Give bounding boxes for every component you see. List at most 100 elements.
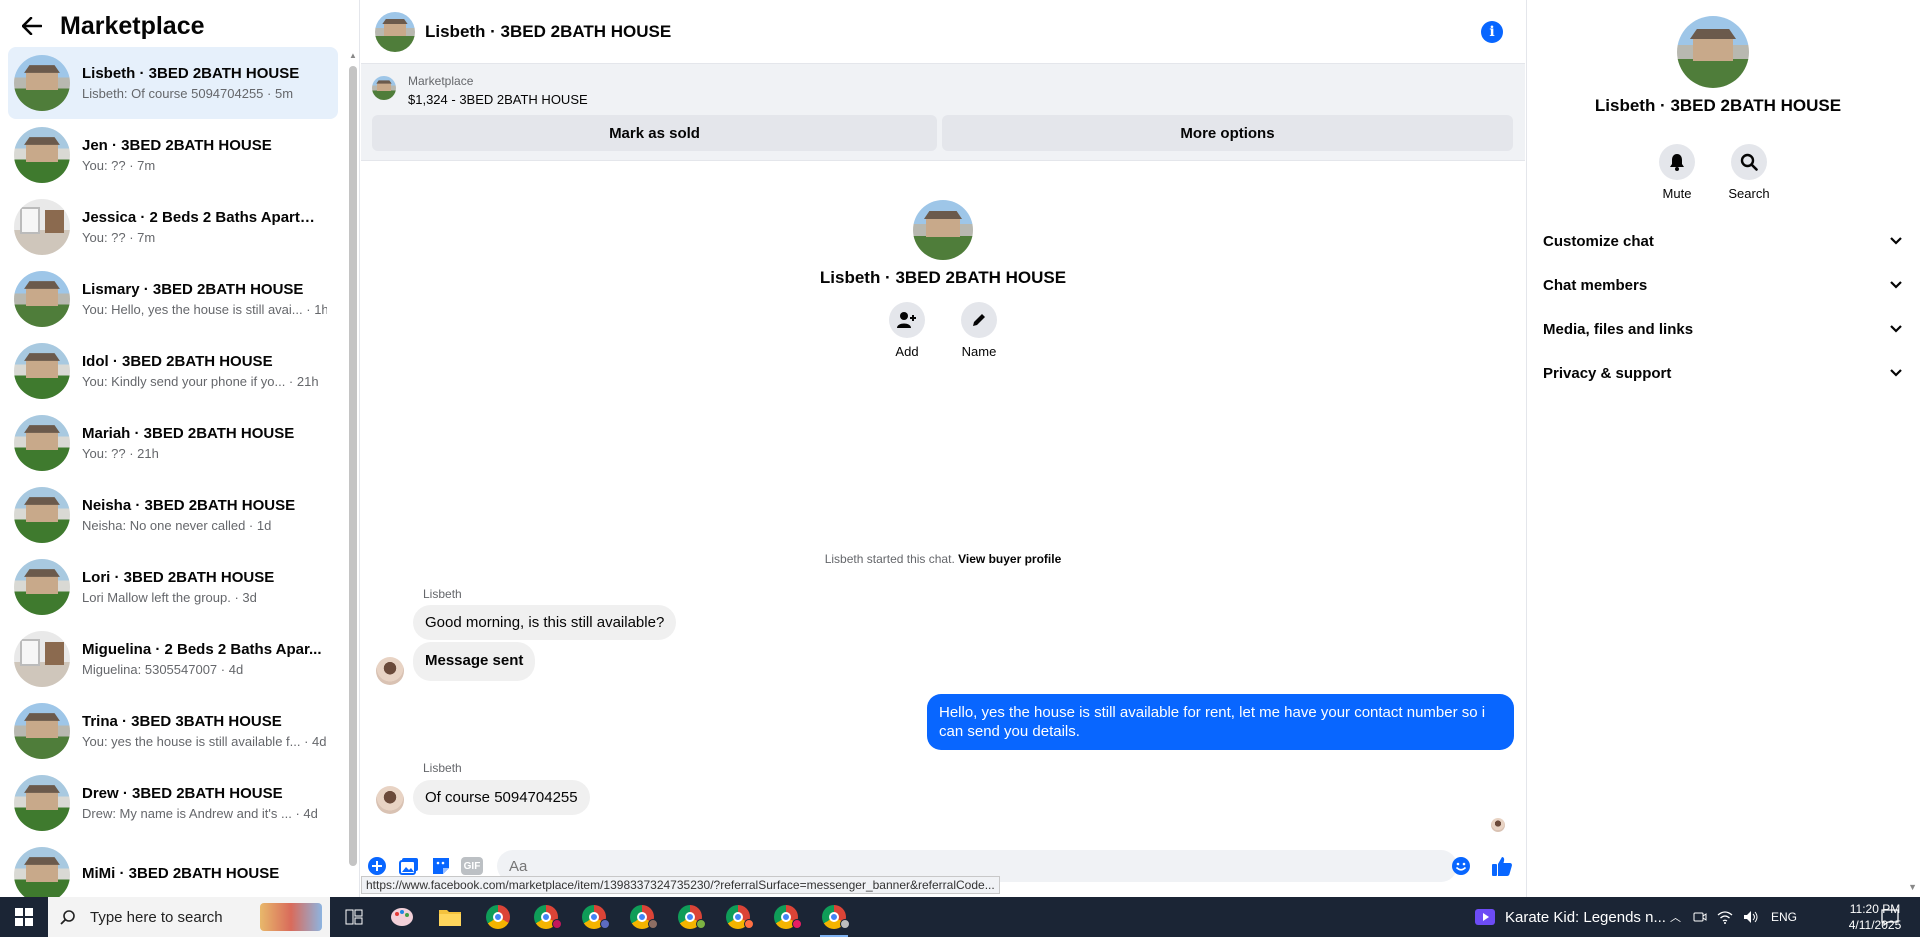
conversation-name: Lisbeth · 3BED 2BATH HOUSE	[82, 65, 300, 82]
gif-icon[interactable]: GIF	[461, 857, 483, 875]
message-bubble[interactable]: Of course 5094704255	[413, 780, 590, 815]
chrome-icon[interactable]	[474, 897, 522, 937]
conversation-item[interactable]: Lisbeth · 3BED 2BATH HOUSE Lisbeth: Of co…	[8, 47, 338, 119]
conversation-item[interactable]: Lori · 3BED 2BATH HOUSE Lori Mallow left …	[8, 551, 338, 623]
sidebar-scrollbar[interactable]: ▲	[349, 52, 357, 882]
media-widget[interactable]: Karate Kid: Legends n...	[1475, 897, 1666, 937]
chevron-up-icon[interactable]: ︿	[1670, 909, 1681, 925]
chrome-profile-icon[interactable]	[618, 897, 666, 937]
conversation-name: Jen · 3BED 2BATH HOUSE	[82, 137, 272, 154]
conversation-item[interactable]: Idol · 3BED 2BATH HOUSE You: Kindly send …	[8, 335, 338, 407]
paint-app-icon[interactable]	[378, 897, 426, 937]
conversation-name: Drew · 3BED 2BATH HOUSE	[82, 785, 283, 802]
profile-avatar	[913, 200, 973, 260]
mute-button[interactable]: Mute	[1657, 144, 1697, 201]
search-highlight-image[interactable]	[260, 903, 322, 931]
name-label: Name	[961, 344, 997, 359]
edit-name-button[interactable]: Name	[960, 302, 998, 359]
meet-now-icon[interactable]	[1693, 910, 1707, 924]
marketplace-banner: Marketplace $1,324 - 3BED 2BATH HOUSE Ma…	[361, 64, 1525, 161]
details-section[interactable]: Customize chat	[1543, 223, 1903, 259]
listing-title[interactable]: $1,324 - 3BED 2BATH HOUSE	[408, 92, 588, 107]
conversation-item[interactable]: Miguelina · 2 Beds 2 Baths Apar... Miguel…	[8, 623, 338, 695]
sender-avatar[interactable]	[376, 786, 404, 814]
view-buyer-profile-link[interactable]: View buyer profile	[958, 552, 1061, 566]
plus-icon[interactable]	[367, 856, 387, 876]
conversation-preview: Drew: My name is Andrew and it's ... · 4…	[82, 806, 318, 821]
seen-avatar	[1491, 818, 1505, 832]
search-in-chat-button[interactable]: Search	[1728, 144, 1770, 201]
sticker-icon[interactable]	[431, 856, 451, 876]
conversation-thumbnail	[14, 271, 70, 327]
mark-as-sold-button[interactable]: Mark as sold	[372, 115, 937, 151]
chevron-down-icon	[1890, 325, 1902, 333]
status-bar-url: https://www.facebook.com/marketplace/ite…	[361, 876, 1000, 894]
sender-avatar[interactable]	[376, 657, 404, 685]
task-view-icon[interactable]	[330, 897, 378, 937]
conversation-item[interactable]: Drew · 3BED 2BATH HOUSE Drew: My name is …	[8, 767, 338, 839]
chrome-profile-icon[interactable]	[522, 897, 570, 937]
conversation-name: Lori · 3BED 2BATH HOUSE	[82, 569, 275, 586]
photo-icon[interactable]	[399, 856, 419, 876]
chevron-down-icon	[1890, 369, 1902, 377]
scroll-up-icon[interactable]: ▲	[349, 52, 357, 60]
details-section[interactable]: Media, files and links	[1543, 311, 1903, 347]
conversation-thumbnail	[14, 343, 70, 399]
chat-title[interactable]: Lisbeth · 3BED 2BATH HOUSE	[425, 22, 671, 42]
details-section[interactable]: Chat members	[1543, 267, 1903, 303]
taskbar-search[interactable]: Type here to search	[48, 897, 330, 937]
profile-name: Lisbeth · 3BED 2BATH HOUSE	[819, 268, 1067, 287]
conversation-name: Mariah · 3BED 2BATH HOUSE	[82, 425, 295, 442]
listing-thumbnail[interactable]	[372, 76, 396, 100]
my-message-bubble[interactable]: Hello, yes the house is still available …	[927, 694, 1514, 750]
message-bubble[interactable]: Message sent	[413, 642, 536, 681]
chat-avatar[interactable]	[375, 11, 415, 52]
section-label: Customize chat	[1543, 232, 1654, 250]
chrome-profile-icon[interactable]	[666, 897, 714, 937]
search-label: Search	[1728, 186, 1770, 201]
conversation-item[interactable]: Trina · 3BED 3BATH HOUSE You: yes the hou…	[8, 695, 338, 767]
volume-icon[interactable]	[1743, 910, 1759, 924]
conversation-item[interactable]: Mariah · 3BED 2BATH HOUSE You: ?? · 21h	[8, 407, 338, 479]
conversation-preview: You: Kindly send your phone if yo... · 2…	[82, 374, 319, 389]
banner-label: Marketplace	[408, 74, 474, 88]
emoji-icon[interactable]	[1451, 856, 1471, 876]
messenger-app: Marketplace Lisbeth · 3BED 2BATH HOUSE Li…	[0, 0, 1920, 897]
notification-icon[interactable]	[1880, 907, 1900, 927]
scroll-thumb[interactable]	[349, 66, 357, 866]
section-label: Chat members	[1543, 276, 1648, 294]
info-icon[interactable]: i	[1481, 21, 1503, 43]
conversation-item[interactable]: Neisha · 3BED 2BATH HOUSE Neisha: No one …	[8, 479, 338, 551]
conversation-name: Trina · 3BED 3BATH HOUSE	[82, 713, 282, 730]
more-options-button[interactable]: More options	[942, 115, 1513, 151]
back-arrow-icon[interactable]	[20, 14, 44, 38]
conversation-thumbnail	[14, 487, 70, 543]
chrome-profile-icon[interactable]	[810, 897, 858, 937]
started-text: Lisbeth started this chat.	[824, 552, 955, 566]
conversation-item[interactable]: Jessica · 2 Beds 2 Baths Apartme... You: …	[8, 191, 338, 263]
mute-label: Mute	[1662, 186, 1692, 201]
message-bubble[interactable]: Good morning, is this still available?	[413, 605, 677, 640]
add-member-button[interactable]: Add	[888, 302, 926, 359]
media-title: Karate Kid: Legends n...	[1505, 908, 1666, 926]
chrome-profile-icon[interactable]	[714, 897, 762, 937]
chat-details-panel: Lisbeth · 3BED 2BATH HOUSE Mute Search C…	[1526, 0, 1920, 897]
conversation-preview: You: ?? · 21h	[82, 446, 159, 461]
conversation-item[interactable]: Lismary · 3BED 2BATH HOUSE You: Hello, ye…	[8, 263, 338, 335]
file-explorer-icon[interactable]	[426, 897, 474, 937]
windows-start-button[interactable]	[0, 897, 48, 937]
details-section[interactable]: Privacy & support	[1543, 355, 1903, 391]
conversation-item[interactable]: MiMi · 3BED 2BATH HOUSE	[8, 839, 338, 897]
chevron-down-icon	[1890, 237, 1902, 245]
conversation-preview: Lisbeth: Of course 5094704255 · 5m	[82, 86, 294, 101]
chrome-profile-icon[interactable]	[570, 897, 618, 937]
chrome-profile-icon[interactable]	[762, 897, 810, 937]
wifi-icon[interactable]	[1717, 910, 1733, 924]
thumbs-up-icon[interactable]	[1490, 854, 1514, 878]
conversation-item[interactable]: Jen · 3BED 2BATH HOUSE You: ?? · 7m	[8, 119, 338, 191]
conversation-list: Lisbeth · 3BED 2BATH HOUSE Lisbeth: Of co…	[8, 47, 338, 897]
conversation-preview: You: yes the house is still available f.…	[82, 734, 327, 749]
language-indicator[interactable]: ENG	[1771, 910, 1797, 924]
conversation-thumbnail	[14, 631, 70, 687]
scroll-down-icon[interactable]: ▼	[1908, 882, 1917, 892]
